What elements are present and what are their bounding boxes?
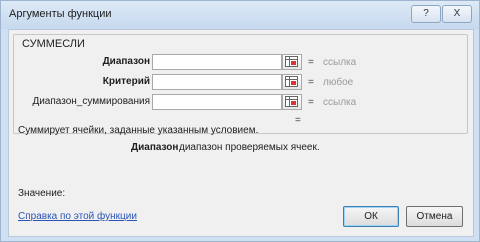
argument-hint-sum-range: ссылка — [323, 97, 357, 108]
function-arguments-group: СУММЕСЛИ Диапазон = ссылка Критерий = лю… — [13, 34, 468, 134]
sum-range-collapse-button[interactable] — [282, 94, 302, 110]
argument-label-criteria: Критерий — [102, 76, 150, 87]
sum-range-input[interactable] — [152, 94, 282, 110]
function-help-link[interactable]: Справка по этой функции — [18, 211, 137, 222]
function-arguments-dialog: Аргументы функции ? X СУММЕСЛИ Диапазон … — [0, 0, 480, 242]
title-bar[interactable]: Аргументы функции ? X — [1, 1, 479, 29]
criteria-collapse-button[interactable] — [282, 74, 302, 90]
argument-equals: = — [308, 57, 314, 68]
argument-equals: = — [308, 77, 314, 88]
argument-hint-criteria: любое — [323, 77, 354, 88]
range-collapse-button[interactable] — [282, 54, 302, 70]
dialog-body: СУММЕСЛИ Диапазон = ссылка Критерий = лю… — [8, 29, 474, 237]
value-label: Значение: — [18, 188, 66, 199]
argument-label-sum-range: Диапазон_суммирования — [32, 96, 150, 107]
cancel-button[interactable]: Отмена — [406, 206, 463, 227]
ok-button[interactable]: ОК — [343, 206, 399, 227]
range-input[interactable] — [152, 54, 282, 70]
function-name: СУММЕСЛИ — [22, 38, 85, 50]
function-description: Суммирует ячейки, заданные указанным усл… — [18, 125, 259, 136]
function-result-equals: = — [295, 115, 301, 126]
close-title-button[interactable]: X — [442, 5, 472, 23]
current-argument-name: Диапазон — [131, 142, 179, 153]
current-argument-description: диапазон проверяемых ячеек. — [179, 142, 320, 153]
collapse-dialog-icon — [285, 96, 298, 107]
argument-hint-range: ссылка — [323, 57, 357, 68]
help-title-button[interactable]: ? — [411, 5, 441, 23]
argument-label-range: Диапазон — [102, 56, 150, 67]
argument-equals: = — [308, 97, 314, 108]
collapse-dialog-icon — [285, 56, 298, 67]
dialog-title: Аргументы функции — [9, 8, 112, 20]
criteria-input[interactable] — [152, 74, 282, 90]
collapse-dialog-icon — [285, 76, 298, 87]
